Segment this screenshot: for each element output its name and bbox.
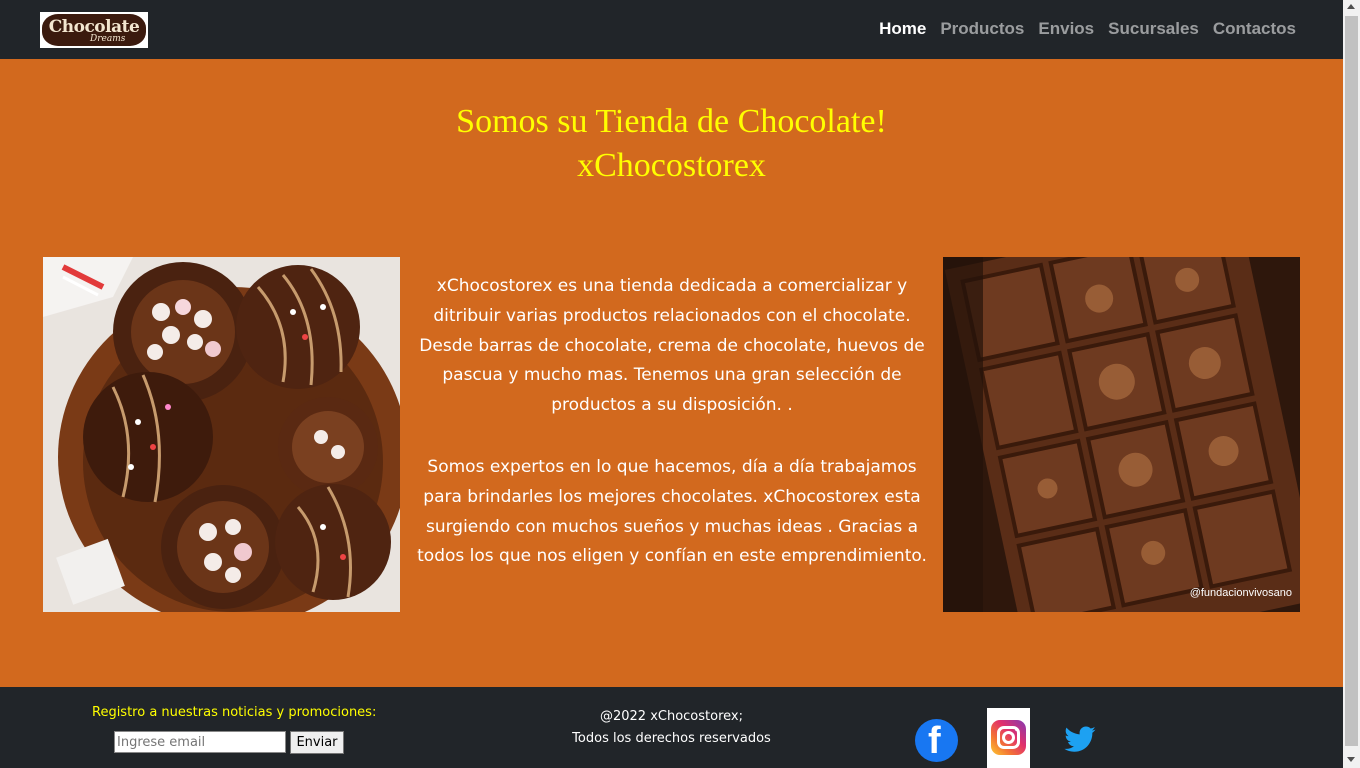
scroll-down-arrow-icon[interactable] — [1347, 757, 1355, 762]
footer: Registro a nuestras noticias y promocion… — [0, 687, 1343, 768]
instagram-link[interactable] — [987, 708, 1030, 768]
send-button[interactable]: Enviar — [290, 731, 344, 754]
twitter-icon[interactable] — [1063, 720, 1097, 760]
page-title-line2: xChocostorex — [577, 147, 766, 184]
nav-links: Home Productos Envios Sucursales Contact… — [879, 19, 1296, 39]
chocolate-bar-image: @fundacionvivosano — [943, 257, 1300, 612]
facebook-icon[interactable]: f — [915, 719, 958, 762]
copyright-line1: @2022 xChocostorex; — [599, 709, 743, 724]
page-title: Somos su Tienda de Chocolate! xChocostor… — [0, 100, 1343, 188]
chocolate-bar-illustration: @fundacionvivosano — [943, 257, 1300, 612]
nav-link-home[interactable]: Home — [879, 19, 926, 39]
chocolate-bombs-image — [43, 257, 400, 612]
email-input[interactable] — [114, 731, 286, 753]
page-title-line1: Somos su Tienda de Chocolate! — [456, 103, 887, 140]
top-navbar: Chocolate Dreams Home Productos Envios S… — [0, 0, 1343, 59]
scroll-thumb[interactable] — [1345, 16, 1358, 746]
instagram-icon — [991, 720, 1026, 755]
brand-logo[interactable]: Chocolate Dreams — [40, 12, 148, 48]
nav-link-contactos[interactable]: Contactos — [1213, 19, 1296, 39]
nav-link-envios[interactable]: Envios — [1038, 19, 1094, 39]
copyright-line2: Todos los derechos reservados — [572, 731, 771, 746]
nav-link-productos[interactable]: Productos — [940, 19, 1024, 39]
chocolate-bombs-illustration — [43, 257, 400, 612]
description-paragraph-2: Somos expertos en lo que hacemos, día a … — [417, 456, 927, 567]
scroll-up-arrow-icon[interactable] — [1347, 4, 1355, 9]
store-description: xChocostorex es una tienda dedicada a co… — [412, 272, 932, 572]
copyright: @2022 xChocostorex; Todos los derechos r… — [540, 706, 803, 750]
description-paragraph-1: xChocostorex es una tienda dedicada a co… — [419, 276, 925, 416]
nav-link-sucursales[interactable]: Sucursales — [1108, 19, 1199, 39]
newsletter-label: Registro a nuestras noticias y promocion… — [92, 705, 377, 720]
image-watermark: @fundacionvivosano — [1190, 587, 1292, 599]
logo-badge: Chocolate Dreams — [42, 14, 146, 46]
page-scrollbar[interactable] — [1343, 0, 1360, 768]
logo-subtext: Dreams — [90, 34, 126, 44]
